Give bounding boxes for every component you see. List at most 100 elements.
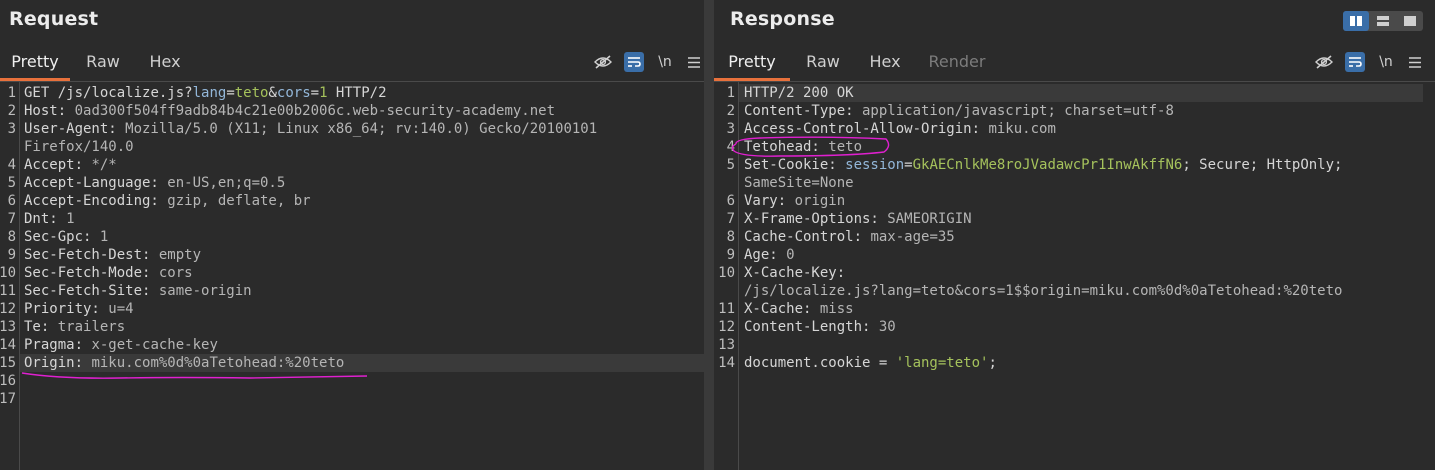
query-param-name: lang [192,85,227,101]
response-tab-hex[interactable]: Hex [860,44,910,79]
code-line: Content-Length: 30 [744,318,896,336]
code-line: SameSite=None [744,174,854,192]
header-name: Age: [744,247,778,263]
header-value: en-US,en;q=0.5 [158,175,286,191]
line-number: 8 [7,229,16,245]
header-name: User-Agent: [24,121,117,137]
code-line: Origin: miku.com%0d%0aTetohead:%20teto [24,354,344,372]
line-number: 15 [0,355,16,371]
line-number: 5 [7,175,16,191]
request-tab-pretty[interactable]: Pretty [0,44,70,81]
code-line: Sec-Fetch-Site: same-origin [24,282,252,300]
response-tab-pretty[interactable]: Pretty [714,44,790,81]
header-value: 1 [57,211,75,227]
line-number: 5 [726,157,735,173]
split-vertical-icon[interactable] [1343,11,1369,31]
wrap-icon[interactable] [624,52,644,72]
code-line: Sec-Fetch-Dest: empty [24,246,201,264]
code-line: Dnt: 1 [24,210,75,228]
response-editor[interactable]: 1 2 3 4 5 6 7 8 9 10 11 12 13 14 HTTP/2 200 OK Content… [714,82,1435,470]
split-horizontal-icon[interactable] [1370,11,1396,31]
code-line: Accept: */* [24,156,117,174]
line-number: 17 [0,391,16,407]
newline-icon[interactable]: \n [655,52,675,72]
menu-icon[interactable] [684,52,704,72]
code-line: Pragma: x-get-cache-key [24,336,218,354]
code-line: Te: trailers [24,318,125,336]
line-number: 12 [718,319,735,335]
code-line: Vary: origin [744,192,845,210]
header-name: Pragma: [24,337,84,353]
line-number: 13 [0,319,16,335]
code-line: Host: 0ad300f504ff9adb84b4c21e00b2006c.w… [24,102,555,120]
line-number: 9 [726,247,735,263]
header-value: 0 [777,247,795,263]
header-name: Access-Control-Allow-Origin: [744,121,981,137]
line-number: 6 [7,193,16,209]
response-tab-render[interactable]: Render [922,44,992,79]
cookie-attributes: ; Secure; HttpOnly; [1182,157,1343,173]
pane-divider[interactable] [704,0,714,470]
header-value: application/javascript; charset=utf-8 [853,103,1174,119]
header-value: trailers [49,319,126,335]
request-tab-hex[interactable]: Hex [140,44,190,79]
line-number: 4 [7,157,16,173]
line-number: 10 [0,265,16,281]
header-name: Sec-Gpc: [24,229,92,245]
wrap-icon[interactable] [1345,52,1365,72]
request-tab-bar: Pretty Raw Hex \n [0,44,704,82]
query-param-value: 1 [319,85,328,101]
code-line: User-Agent: Mozilla/5.0 (X11; Linux x86_… [24,120,597,138]
header-value: miku.com [980,121,1056,137]
header-value: */* [83,157,117,173]
line-number: 8 [726,229,735,245]
eye-off-icon[interactable] [1314,52,1334,72]
line-number: 16 [0,373,16,389]
code-line: GET /js/localize.js?lang=teto&cors=1 HTT… [24,85,387,101]
line-number: 1 [7,85,16,101]
header-name: Dnt: [24,211,58,227]
header-name: Set-Cookie: [744,157,837,173]
request-tab-raw[interactable]: Raw [78,44,128,79]
http-version: HTTP/2 [327,85,387,101]
code-line: Cache-Control: max-age=35 [744,228,955,246]
line-number: 2 [7,103,16,119]
line-number: 13 [718,337,735,353]
header-name: HTTP/2 200 OK [744,85,854,101]
query-separator: & [268,85,277,101]
request-pane: Request Pretty Raw Hex \n 1 2 3 4 5 6 7 8 9 10 11 1… [0,0,704,470]
code-line: Accept-Language: en-US,en;q=0.5 [24,174,285,192]
header-value: gzip, deflate, br [158,193,311,209]
line-number: 14 [718,355,735,371]
line-number-gutter: 1 2 3 4 5 6 7 8 9 10 11 12 13 14 15 16 17 [0,82,20,470]
header-value: 1 [91,229,109,245]
newline-icon[interactable]: \n [1376,52,1396,72]
request-editor[interactable]: 1 2 3 4 5 6 7 8 9 10 11 12 13 14 15 16 17 GET /js/locali… [0,82,704,470]
code-line: Content-Type: application/javascript; ch… [744,102,1174,120]
line-number: 11 [718,301,735,317]
code-line: /js/localize.js?lang=teto&cors=1$$origin… [744,282,1342,300]
response-tab-bar: Pretty Raw Hex Render \n [714,44,1435,82]
request-title: Request [9,8,99,30]
eye-off-icon[interactable] [593,52,613,72]
code-line: HTTP/2 200 OK [744,84,854,102]
header-value: miss [811,301,854,317]
header-value: Mozilla/5.0 (X11; Linux x86_64; rv:140.0… [116,121,598,137]
header-value: cors [150,265,193,281]
code-line: document.cookie = 'lang=teto'; [744,354,997,372]
line-number: 4 [726,139,735,155]
header-value: SAMEORIGIN [878,211,972,227]
line-number: 2 [726,103,735,119]
code-line: Sec-Fetch-Mode: cors [24,264,193,282]
request-path: /js/localize.js? [57,85,193,101]
header-name: Host: [24,103,67,119]
menu-icon[interactable] [1405,52,1425,72]
single-pane-icon[interactable] [1397,11,1423,31]
code-line: X-Frame-Options: SAMEORIGIN [744,210,972,228]
header-name: X-Frame-Options: [744,211,879,227]
header-name: Origin: [24,355,84,371]
header-name: Content-Length: [744,319,871,335]
code-line: Age: 0 [744,246,795,264]
header-value: 0ad300f504ff9adb84b4c21e00b2006c.web-sec… [66,103,556,119]
response-tab-raw[interactable]: Raw [798,44,848,79]
